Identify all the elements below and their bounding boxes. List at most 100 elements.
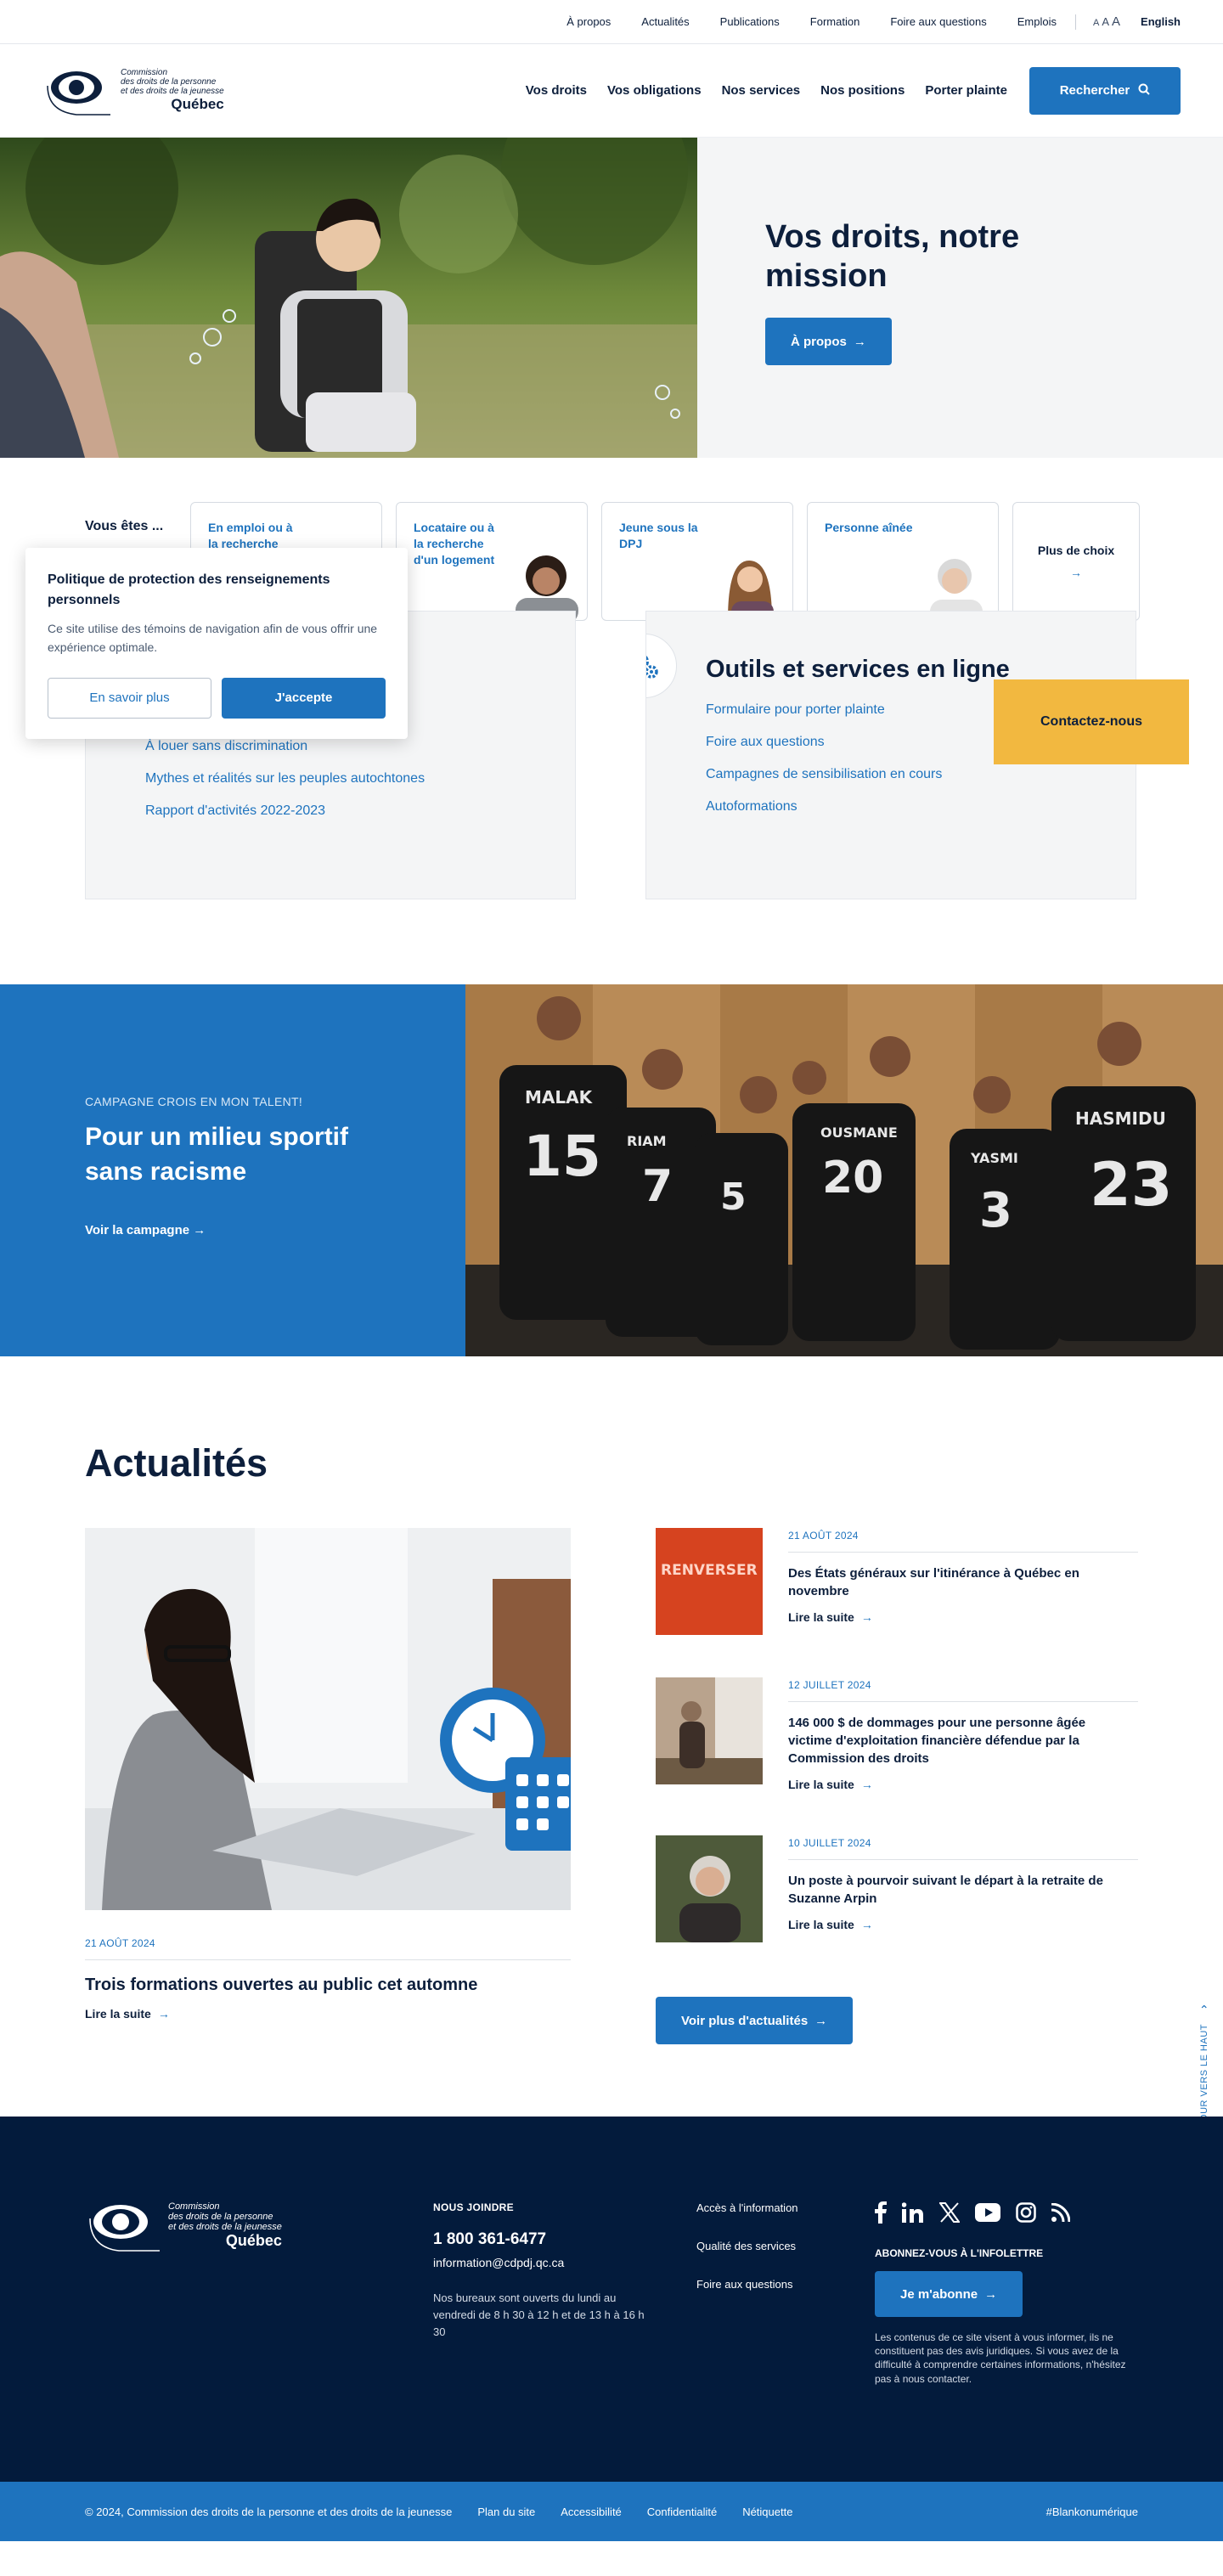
audience-card-title: Personne aînée <box>825 521 913 534</box>
main-nav: Vos droits Vos obligations Nos services … <box>526 83 1007 98</box>
news-title[interactable]: Un poste à pourvoir suivant le départ à … <box>788 1872 1111 1908</box>
bottom-link-accessibilite[interactable]: Accessibilité <box>561 2506 622 2518</box>
shirt-number: 23 <box>1090 1150 1172 1220</box>
news-main-image[interactable] <box>85 1528 571 1910</box>
language-switch[interactable]: English <box>1141 15 1181 28</box>
utility-link-formation[interactable]: Formation <box>810 15 860 28</box>
news-title[interactable]: Trois formations ouvertes au public cet … <box>85 1976 571 1995</box>
logo-line-3: et des droits de la jeunesse <box>168 2222 282 2233</box>
utility-link-a-propos[interactable]: À propos <box>566 15 611 28</box>
more-news-button[interactable]: Voir plus d'actualités → <box>656 1997 854 2044</box>
read-more-link[interactable]: Lire la suite → <box>788 1918 873 1931</box>
nav-porter-plainte[interactable]: Porter plainte <box>925 83 1007 98</box>
utility-link-actualites[interactable]: Actualités <box>641 15 689 28</box>
cookie-actions: En savoir plus J'accepte <box>48 677 386 719</box>
logo-line-2: des droits de la personne <box>168 2212 273 2223</box>
arrow-right-icon: → <box>860 1778 873 1791</box>
site-footer: Commission des droits de la personne et … <box>0 2117 1223 2482</box>
panel-link[interactable]: À louer sans discrimination <box>145 739 575 754</box>
utility-link-emplois[interactable]: Emplois <box>1017 15 1057 28</box>
audience-more-button[interactable]: Plus de choix → <box>1012 502 1140 621</box>
site-header: Commission des droits de la personne et … <box>0 44 1223 138</box>
news-thumbnail[interactable] <box>656 1835 763 1942</box>
cookie-title: Politique de protection des renseignemen… <box>48 572 330 607</box>
footer-newsletter: Abonnez-vous à l'infolettre Je m'abonne … <box>875 2201 1138 2482</box>
bottom-bar: © 2024, Commission des droits de la pers… <box>0 2482 1223 2541</box>
site-logo[interactable]: Commission des droits de la personne et … <box>42 68 297 116</box>
newsletter-heading: Abonnez-vous à l'infolettre <box>875 2247 1044 2259</box>
font-size-controls[interactable]: A A A <box>1093 14 1120 29</box>
font-size-small[interactable]: A <box>1093 18 1099 28</box>
nav-vos-droits[interactable]: Vos droits <box>526 83 587 98</box>
cookie-banner: Politique de protection des renseignemen… <box>25 548 408 739</box>
shirt-number: 20 <box>822 1153 883 1203</box>
search-button-label: Rechercher <box>1059 83 1130 98</box>
news-side-list: RENVERSER LA TENDANCE 21 août 2024 Des É… <box>656 1528 1138 2044</box>
hero-about-button[interactable]: À propos → <box>765 318 892 366</box>
footer-logo[interactable]: Commission des droits de la personne et … <box>85 2201 433 2482</box>
copyright: © 2024, Commission des droits de la pers… <box>85 2505 453 2518</box>
utility-link-faq[interactable]: Foire aux questions <box>890 15 986 28</box>
footer-hours: Nos bureaux sont ouverts du lundi au ven… <box>433 2291 645 2339</box>
linkedin-icon[interactable] <box>901 2201 924 2227</box>
panel-link[interactable]: Campagnes de sensibilisation en cours <box>706 767 1136 782</box>
logo-line-1: Commission <box>168 2201 220 2212</box>
shirt-name: HASMIDU <box>1075 1108 1166 1129</box>
instagram-icon[interactable] <box>1016 2201 1036 2227</box>
read-more-link[interactable]: Lire la suite → <box>85 2007 170 2021</box>
subscribe-button[interactable]: Je m'abonne → <box>875 2271 1023 2317</box>
bottom-link-netiquette[interactable]: Nétiquette <box>742 2506 792 2518</box>
footer-link-qualite-services[interactable]: Qualité des services <box>696 2240 875 2252</box>
cookie-accept-button[interactable]: J'accepte <box>222 677 386 719</box>
campaign-title: Pour un milieu sportif sans racisme <box>85 1123 349 1186</box>
read-more-link[interactable]: Lire la suite → <box>788 1778 873 1791</box>
footer-link-acces-information[interactable]: Accès à l'information <box>696 2201 875 2214</box>
footer-link-faq[interactable]: Foire aux questions <box>696 2278 875 2291</box>
utility-link-publications[interactable]: Publications <box>720 15 780 28</box>
footer-email[interactable]: information@cdpdj.qc.ca <box>433 2256 696 2269</box>
news-title[interactable]: 146 000 $ de dommages pour une personne … <box>788 1714 1111 1767</box>
bottom-hashtag[interactable]: #Blankonumérique <box>1046 2506 1138 2518</box>
shirt-name: OUSMANE <box>820 1125 898 1141</box>
logo-eye-icon <box>42 69 114 116</box>
panel-link[interactable]: Rapport d'activités 2022-2023 <box>145 803 575 819</box>
nav-vos-obligations[interactable]: Vos obligations <box>607 83 702 98</box>
more-news-label: Voir plus d'actualités <box>681 2013 809 2028</box>
nav-nos-positions[interactable]: Nos positions <box>820 83 905 98</box>
shirt-number: 7 <box>642 1161 673 1212</box>
news-thumbnail[interactable]: RENVERSER LA TENDANCE <box>656 1528 763 1635</box>
campaign-link[interactable]: Voir la campagne → <box>85 1223 206 1237</box>
audience-card-jeune-dpj[interactable]: Jeune sous la DPJ <box>601 502 793 621</box>
shirt-name: YASMI <box>970 1150 1018 1166</box>
font-size-medium[interactable]: A <box>1102 15 1109 28</box>
x-icon[interactable] <box>938 2201 961 2227</box>
read-more-link[interactable]: Lire la suite → <box>788 1610 873 1624</box>
news-thumbnail[interactable] <box>656 1677 763 1784</box>
panel-link[interactable]: Autoformations <box>706 799 1136 815</box>
news-date: 21 août 2024 <box>788 1530 1138 1553</box>
footer-phone[interactable]: 1 800 361-6477 <box>433 2230 696 2249</box>
bottom-link-confidentialite[interactable]: Confidentialité <box>647 2506 717 2518</box>
arrow-right-icon: → <box>814 2013 828 2028</box>
audience-card-locataire[interactable]: Locataire ou à la recherche d'un logemen… <box>396 502 588 621</box>
rss-icon[interactable] <box>1051 2202 1071 2226</box>
campaign-panel: Campagne Crois en mon talent! Pour un mi… <box>0 984 465 1356</box>
arrow-right-icon: → <box>860 1610 873 1624</box>
news-item-body: 10 juillet 2024 Un poste à pourvoir suiv… <box>788 1835 1138 1942</box>
utility-bar: À propos Actualités Publications Formati… <box>0 0 1223 44</box>
panel-link[interactable]: Mythes et réalités sur les peuples autoc… <box>145 771 575 786</box>
hero-panel: Vos droits, notre mission À propos → <box>697 138 1223 458</box>
news-grid: 21 août 2024 Trois formations ouvertes a… <box>85 1528 1138 2044</box>
nav-nos-services[interactable]: Nos services <box>722 83 801 98</box>
person-photo <box>516 555 578 620</box>
bottom-link-plan-du-site[interactable]: Plan du site <box>477 2506 535 2518</box>
facebook-icon[interactable] <box>875 2201 887 2228</box>
font-size-large[interactable]: A <box>1112 14 1120 29</box>
contact-us-button[interactable]: Contactez-nous <box>994 679 1189 764</box>
news-title[interactable]: Des États généraux sur l'itinérance à Qu… <box>788 1564 1111 1600</box>
cookie-learn-more-button[interactable]: En savoir plus <box>48 677 211 719</box>
audience-card-personne-ainee[interactable]: Personne aînée <box>807 502 999 621</box>
search-button[interactable]: Rechercher <box>1029 66 1181 115</box>
youtube-icon[interactable] <box>975 2202 1000 2226</box>
arrow-right-icon: → <box>853 334 866 349</box>
